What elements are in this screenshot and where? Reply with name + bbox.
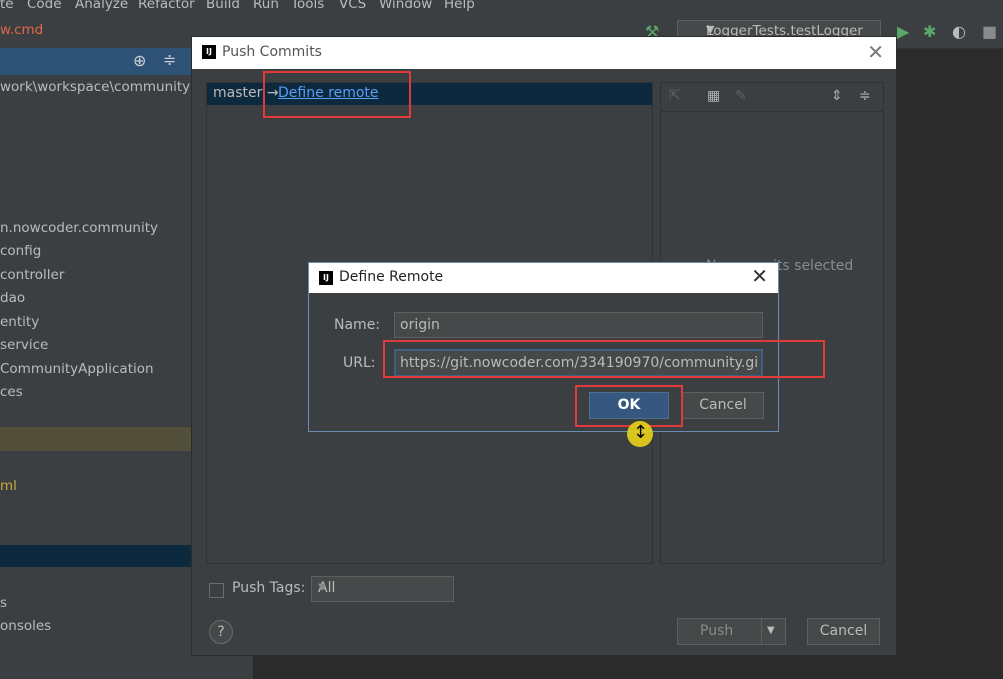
tree-item[interactable]: onsoles — [0, 618, 51, 634]
remote-name-input[interactable] — [394, 312, 763, 338]
tree-item[interactable]: ml — [0, 478, 17, 494]
chevron-down-icon: ▼ — [318, 582, 326, 593]
expand-all-icon[interactable]: ⇕ — [831, 88, 843, 104]
dialog-titlebar: IJ Define Remote ✕ — [309, 263, 778, 293]
details-toolbar: ⇱ ▦ ✎ ⇕ ≑ — [661, 83, 883, 112]
menu-item-window[interactable]: Window — [379, 0, 432, 12]
intellij-logo-icon: IJ — [202, 45, 216, 59]
url-label: URL: — [343, 355, 376, 371]
highlighted-row — [0, 427, 191, 451]
run-icon[interactable]: ▶ — [897, 22, 909, 41]
tree-item[interactable]: service — [0, 337, 48, 353]
tree-item[interactable]: ces — [0, 384, 23, 400]
edit-icon[interactable]: ✎ — [735, 88, 747, 104]
dialog-title: Push Commits — [222, 44, 322, 60]
menu-item-run[interactable]: Run — [253, 0, 279, 12]
mouse-cursor-icon: ↕ — [627, 421, 653, 447]
pane-filler — [191, 656, 253, 679]
debug-icon[interactable]: ✱ — [923, 22, 936, 41]
push-tags-label: Push Tags: — [232, 580, 306, 596]
crosshair-icon[interactable]: ⊕ — [133, 51, 146, 70]
group-icon[interactable]: ▦ — [707, 88, 720, 104]
dialog-title: Define Remote — [339, 269, 444, 285]
selected-row[interactable] — [0, 545, 191, 567]
tree-item[interactable]: dao — [0, 290, 25, 306]
menu-item-build[interactable]: Build — [206, 0, 240, 12]
editor-area — [253, 656, 1003, 679]
push-button-label: Push — [700, 623, 734, 639]
cancel-button[interactable]: Cancel — [682, 392, 764, 419]
tree-item[interactable]: entity — [0, 314, 39, 330]
close-icon[interactable]: ✕ — [867, 40, 884, 64]
cancel-button[interactable]: Cancel — [807, 618, 880, 645]
collapse-all-icon[interactable]: ≑ — [859, 88, 871, 104]
menu-item-analyze[interactable]: Analyze — [75, 0, 128, 12]
tree-item[interactable]: s — [0, 595, 7, 611]
annotation-box — [383, 340, 825, 378]
chevron-down-icon[interactable]: ▼ — [767, 625, 775, 636]
push-button[interactable]: Push ▼ — [677, 618, 786, 645]
tree-item[interactable]: n.nowcoder.community — [0, 220, 158, 236]
collapse-icon[interactable]: ≑ — [163, 50, 176, 69]
project-pane-header: ⊕ ≑ — [0, 48, 191, 75]
annotation-box — [575, 385, 683, 427]
menu-item-help[interactable]: Help — [444, 0, 475, 12]
menu-item-file[interactable]: te — [0, 0, 14, 12]
dialog-titlebar: IJ Push Commits ✕ — [192, 37, 896, 69]
name-label: Name: — [334, 317, 381, 333]
intellij-logo-icon: IJ — [319, 271, 333, 285]
tree-item[interactable]: CommunityApplication — [0, 361, 154, 377]
tags-select[interactable]: All ▼ — [311, 576, 454, 602]
close-icon[interactable]: ✕ — [751, 264, 768, 288]
file-tab[interactable]: w.cmd — [0, 22, 43, 38]
help-button[interactable]: ? — [209, 620, 233, 644]
project-path: work\workspace\community — [0, 79, 191, 95]
chevron-down-icon: ▼ — [706, 23, 715, 36]
pin-icon[interactable]: ⇱ — [669, 88, 681, 104]
menu-item-tools[interactable]: Tools — [291, 0, 324, 12]
annotation-box — [263, 71, 411, 118]
menu-item-refactor[interactable]: Refactor — [138, 0, 195, 12]
stop-icon[interactable]: ■ — [982, 22, 997, 41]
menu-item-code[interactable]: Code — [27, 0, 62, 12]
coverage-icon[interactable]: ◐ — [952, 22, 966, 41]
split-divider — [761, 619, 762, 644]
tree-item[interactable]: config — [0, 243, 41, 259]
tree-item[interactable]: controller — [0, 267, 64, 283]
menu-item-vcs[interactable]: VCS — [339, 0, 366, 12]
push-tags-checkbox[interactable] — [209, 583, 224, 598]
menu-bar: te Code Analyze Refactor Build Run Tools… — [0, 0, 1003, 18]
